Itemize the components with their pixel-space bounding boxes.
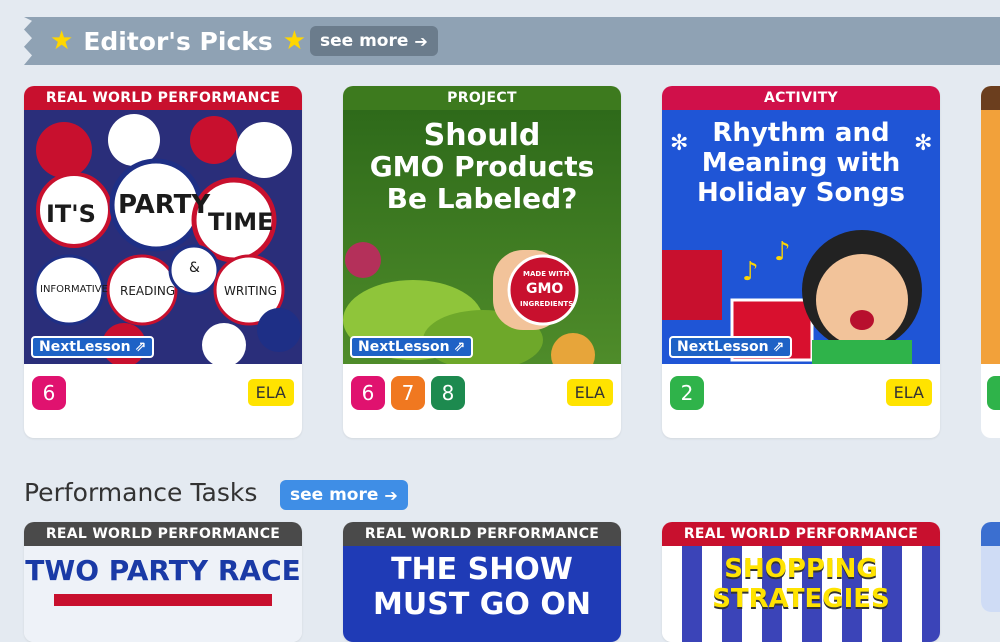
brand-label: NextLesson: [39, 339, 131, 355]
grade-badge: 6: [351, 376, 385, 410]
external-link-icon: ⇗: [453, 339, 466, 355]
star-icon: ★: [50, 26, 74, 56]
subject-badge: ELA: [566, 379, 613, 406]
lesson-card-partial[interactable]: [981, 86, 1000, 438]
card-image[interactable]: THE SHOW MUST GO ON: [343, 546, 621, 642]
image-text-informative: INFORMATIVE: [40, 284, 108, 295]
grade-badge: 2: [670, 376, 704, 410]
editors-picks-heading: ★ Editor's Picks ★: [50, 17, 306, 65]
grade-badge: 7: [391, 376, 425, 410]
image-text-made-with: MADE WITH: [523, 270, 570, 278]
performance-task-card[interactable]: REAL WORLD PERFORMANCE TASK TWO PARTY RA…: [24, 522, 302, 642]
grade-badge: 6: [32, 376, 66, 410]
image-title: TWO PARTY RACE: [25, 554, 301, 587]
svg-text:♪: ♪: [742, 257, 759, 287]
performance-tasks-title: Performance Tasks: [24, 478, 258, 507]
subject-badge: ELA: [885, 379, 932, 406]
see-more-label: see more: [290, 485, 379, 505]
performance-tasks-see-more-button[interactable]: see more ➔: [280, 480, 408, 510]
image-text-time: TIME: [208, 208, 274, 236]
card-category: REAL WORLD PERFORMANCE TASK: [343, 522, 621, 566]
card-image[interactable]: TWO PARTY RACE: [24, 546, 302, 642]
lesson-card-party-time[interactable]: REAL WORLD PERFORMANCE TASK IT'S PARTY T…: [24, 86, 302, 438]
arrow-right-icon: ➔: [414, 31, 428, 51]
image-text-reading: READING: [120, 284, 176, 298]
card-category: REAL WORLD PERFORMANCE TASK: [24, 86, 302, 130]
brand-label: NextLesson: [358, 339, 450, 355]
grade-badges: 6: [32, 376, 66, 410]
performance-task-card-partial[interactable]: [981, 522, 1000, 612]
image-text-writing: WRITING: [224, 284, 277, 298]
card-category: REAL WORLD PERFORMANCE TASK: [24, 522, 302, 566]
image-text-gmo: GMO: [526, 281, 564, 297]
card-footer: 6 7 8 ELA: [343, 364, 621, 438]
editors-picks-title: Editor's Picks: [83, 26, 273, 56]
image-text-ampersand: &: [189, 260, 200, 276]
grade-badges: 2: [670, 376, 704, 410]
grade-badges: 6 7 8: [351, 376, 465, 410]
performance-task-card[interactable]: REAL WORLD PERFORMANCE TASK SHOPPING STR…: [662, 522, 940, 642]
nextlesson-badge: NextLesson ⇗: [350, 336, 474, 358]
image-text-ingredients: INGREDIENTS: [520, 300, 574, 308]
card-category: PROJECT: [343, 86, 621, 110]
see-more-label: see more: [320, 31, 409, 51]
card-category: ACTIVITY: [662, 86, 940, 110]
grade-badge: 8: [431, 376, 465, 410]
lesson-card-holiday-songs[interactable]: ACTIVITY Rhythm and Meaning with Holiday…: [662, 86, 940, 438]
card-footer: 2 ELA: [662, 364, 940, 438]
card-footer: 6 ELA: [24, 364, 302, 438]
arrow-right-icon: ➔: [384, 485, 398, 505]
performance-task-card[interactable]: REAL WORLD PERFORMANCE TASK THE SHOW MUS…: [343, 522, 621, 642]
image-title: THE SHOW MUST GO ON: [373, 552, 591, 622]
card-category: REAL WORLD PERFORMANCE TASK: [662, 522, 940, 566]
image-title: SHOPPING STRATEGIES: [712, 554, 890, 614]
subject-badge: ELA: [247, 379, 294, 406]
external-link-icon: ⇗: [772, 339, 785, 355]
brand-label: NextLesson: [677, 339, 769, 355]
svg-text:✻: ✻: [670, 131, 688, 156]
image-text-its: IT'S: [46, 200, 96, 228]
image-text-party: PARTY: [118, 190, 211, 220]
svg-text:✻: ✻: [914, 131, 932, 156]
svg-text:♪: ♪: [774, 237, 791, 267]
editors-picks-see-more-button[interactable]: see more ➔: [310, 26, 438, 56]
card-image-party-time[interactable]: IT'S PARTY TIME INFORMATIVE READING & WR…: [24, 110, 302, 364]
nextlesson-badge: NextLesson ⇗: [669, 336, 793, 358]
nextlesson-badge: NextLesson ⇗: [31, 336, 155, 358]
star-icon: ★: [282, 26, 307, 56]
external-link-icon: ⇗: [134, 339, 147, 355]
card-image[interactable]: SHOPPING STRATEGIES: [662, 546, 940, 642]
card-image-gmo[interactable]: Should GMO Products Be Labeled? MADE WIT…: [343, 110, 621, 364]
card-image-holiday-songs[interactable]: Rhythm and Meaning with Holiday Songs ✻ …: [662, 110, 940, 364]
lesson-card-gmo[interactable]: PROJECT Should GMO Products Be Labeled? …: [343, 86, 621, 438]
